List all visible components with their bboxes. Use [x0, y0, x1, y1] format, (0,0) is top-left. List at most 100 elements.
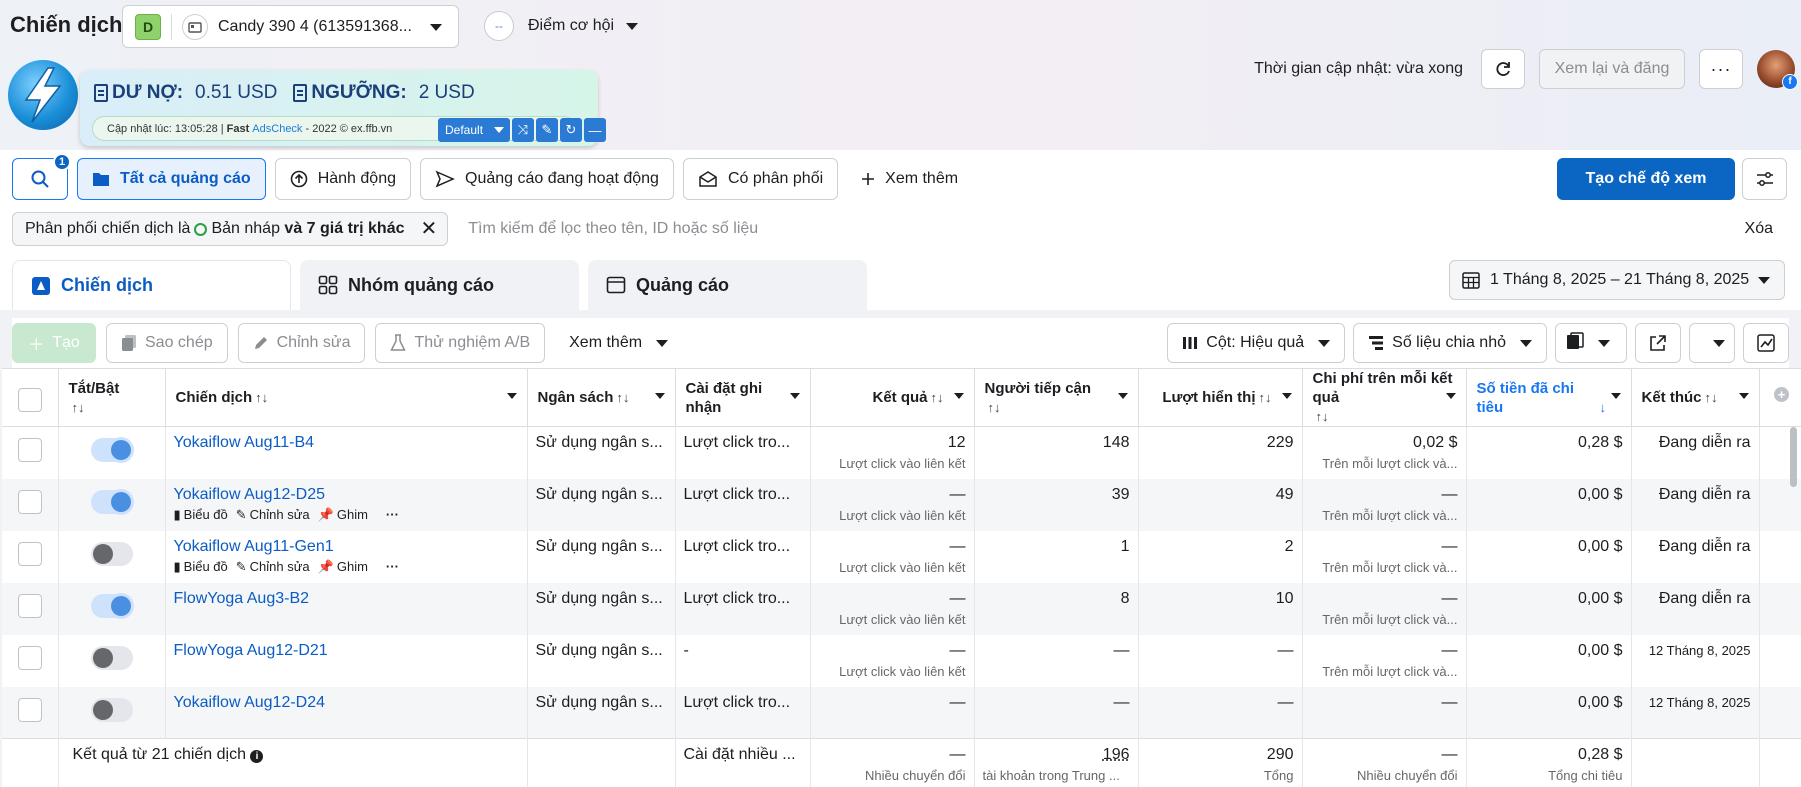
create-button[interactable]: ＋ Tạo	[12, 323, 96, 363]
search-button[interactable]: 1	[12, 153, 71, 200]
campaign-toggle[interactable]	[90, 593, 133, 618]
campaign-name-link[interactable]: Yokaiflow Aug11-B4	[174, 434, 315, 451]
more-options-button[interactable]: ···	[1699, 49, 1743, 89]
minimize-icon[interactable]: —	[584, 118, 606, 142]
filter-actions[interactable]: Hành động	[274, 158, 411, 200]
ab-test-button[interactable]: Thử nghiệm A/B	[375, 323, 546, 363]
header-cost-per-result[interactable]: Chi phí trên mỗi kết quả ↑↓	[1302, 369, 1467, 427]
filter-more[interactable]: Xem thêm	[847, 158, 972, 200]
row-more-action[interactable]: ···	[386, 559, 399, 574]
columns-dropdown[interactable]: Cột: Hiệu quả	[1167, 323, 1346, 363]
row-checkbox[interactable]	[17, 593, 42, 618]
filter-chip[interactable]: Phân phối chiến dịch là Bản nháp và 7 gi…	[12, 212, 449, 246]
export-button[interactable]	[1635, 323, 1681, 363]
row-chart-action[interactable]: ▮ Biểu đồ	[174, 559, 228, 575]
info-icon[interactable]: i	[250, 750, 264, 763]
close-icon[interactable]: ✕	[420, 219, 437, 239]
header-attribution[interactable]: Cài đặt ghi nhận	[675, 369, 811, 427]
chevron-down-icon[interactable]	[953, 393, 964, 399]
campaign-name-link[interactable]: FlowYoga Aug3-B2	[174, 590, 310, 607]
chevron-down-icon[interactable]	[1610, 393, 1621, 399]
filter-active-ads[interactable]: Quảng cáo đang hoạt động	[420, 158, 674, 200]
header-toggle[interactable]: Tắt/Bật ↑↓	[58, 369, 166, 427]
table-row[interactable]: FlowYoga Aug3-B2 Sử dụng ngân s... Lượt …	[2, 582, 1801, 635]
campaign-name-link[interactable]: Yokaiflow Aug11-Gen1	[174, 538, 334, 555]
duplicate-button[interactable]: Sao chép	[106, 323, 228, 363]
campaign-toggle[interactable]	[90, 438, 133, 462]
row-pin-action[interactable]: 📌 Ghim	[318, 559, 368, 575]
tab-label: Nhóm quảng cáo	[348, 274, 495, 295]
chevron-down-icon[interactable]	[789, 393, 800, 399]
fast-adscheck-logo[interactable]	[8, 60, 78, 130]
refresh-button[interactable]	[1481, 49, 1525, 89]
table-row[interactable]: Yokaiflow Aug12-D25 ▮ Biểu đồ ✎ Chỉnh sửa …	[2, 478, 1801, 531]
reports-dropdown[interactable]	[1555, 323, 1627, 363]
chevron-down-icon[interactable]	[506, 393, 517, 399]
avatar[interactable]	[1757, 50, 1798, 90]
opportunity-score[interactable]: -- Điểm cơ hội	[484, 10, 639, 42]
edit-button[interactable]: Chỉnh sửa	[237, 323, 366, 363]
campaign-toggle[interactable]	[90, 541, 133, 566]
filter-delivering[interactable]: Có phân phối	[682, 158, 839, 200]
header-end[interactable]: Kết thúc ↑↓	[1631, 369, 1760, 427]
table-row[interactable]: Yokaiflow Aug11-B4 Sử dụng ngân s... Lượ…	[2, 426, 1801, 479]
chevron-down-icon[interactable]	[1445, 393, 1456, 399]
row-select-cell	[2, 582, 59, 635]
shuffle-icon[interactable]: ⤨	[512, 118, 534, 142]
add-column-icon[interactable]: +	[1774, 387, 1789, 402]
row-checkbox[interactable]	[17, 645, 42, 670]
header-results[interactable]: Kết quả ↑↓	[810, 369, 975, 427]
tab-ads[interactable]: Quảng cáo	[588, 260, 867, 310]
search-input[interactable]: Tìm kiếm để lọc theo tên, ID hoặc số liệ…	[468, 220, 1744, 238]
chevron-down-icon[interactable]	[1738, 393, 1749, 399]
campaign-toggle[interactable]	[90, 645, 133, 670]
preset-select[interactable]: Default	[438, 118, 510, 142]
review-publish-button[interactable]: Xem lại và đăng	[1539, 49, 1685, 89]
sort-icon: ↑↓	[71, 399, 85, 415]
chevron-down-icon[interactable]	[1281, 393, 1292, 399]
table-row[interactable]: FlowYoga Aug12-D21 Sử dụng ngân s... - —…	[2, 634, 1801, 687]
create-view-button[interactable]: Tạo chế độ xem	[1557, 158, 1735, 200]
breakdown-dropdown[interactable]: Số liệu chia nhỏ	[1353, 323, 1547, 363]
campaign-name-link[interactable]: FlowYoga Aug12-D21	[174, 642, 328, 659]
tab-ad-sets[interactable]: Nhóm quảng cáo	[300, 260, 579, 310]
campaign-name-link[interactable]: Yokaiflow Aug12-D24	[174, 694, 326, 711]
totals-reach-value[interactable]: 196	[983, 746, 1130, 764]
table-scrollbar[interactable]	[1787, 423, 1801, 663]
row-more-action[interactable]: ···	[386, 507, 399, 522]
header-impressions[interactable]: Lượt hiển thị ↑↓	[1138, 369, 1303, 427]
export-options-dropdown[interactable]	[1689, 323, 1735, 363]
plus-icon	[861, 172, 875, 186]
date-range-picker[interactable]: 1 Tháng 8, 2025 – 21 Tháng 8, 2025	[1449, 260, 1785, 300]
row-checkbox[interactable]	[17, 541, 42, 566]
campaign-name-link[interactable]: Yokaiflow Aug12-D25	[174, 486, 326, 503]
select-all-checkbox[interactable]	[17, 387, 42, 412]
table-row[interactable]: Yokaiflow Aug11-Gen1 ▮ Biểu đồ ✎ Chỉnh sửa…	[2, 530, 1801, 583]
settings-sliders-button[interactable]	[1742, 158, 1787, 200]
table-row[interactable]: Yokaiflow Aug12-D24 Sử dụng ngân s... Lư…	[2, 686, 1801, 739]
header-reach[interactable]: Người tiếp cận ↑↓	[974, 369, 1139, 427]
account-selector[interactable]: D Candy 390 4 (613591368...	[122, 5, 459, 48]
chevron-down-icon[interactable]	[654, 393, 665, 399]
chart-view-button[interactable]	[1743, 323, 1789, 363]
header-amount-spent[interactable]: Số tiền đã chi tiêu ↓	[1466, 369, 1632, 427]
chevron-down-icon[interactable]	[1117, 393, 1128, 399]
row-checkbox[interactable]	[17, 489, 42, 514]
row-edit-action[interactable]: ✎ Chỉnh sửa	[236, 559, 310, 575]
header-campaign[interactable]: Chiến dịch ↑↓	[165, 369, 528, 427]
header-budget[interactable]: Ngân sách ↑↓	[527, 369, 676, 427]
campaign-toggle[interactable]	[90, 489, 133, 514]
clear-filters-link[interactable]: Xóa	[1745, 220, 1773, 238]
row-edit-action[interactable]: ✎ Chỉnh sửa	[236, 507, 310, 523]
edit-icon[interactable]: ✎	[536, 118, 558, 142]
row-chart-action[interactable]: ▮ Biểu đồ	[174, 507, 228, 523]
refresh-icon[interactable]: ↻	[560, 118, 582, 142]
row-checkbox[interactable]	[17, 697, 42, 722]
filter-all-ads[interactable]: Tất cả quảng cáo	[77, 158, 266, 200]
row-checkbox[interactable]	[17, 438, 42, 462]
tab-campaigns[interactable]: Chiến dịch	[12, 260, 291, 310]
campaign-toggle[interactable]	[90, 697, 133, 722]
row-pin-action[interactable]: 📌 Ghim	[318, 507, 368, 523]
budget-cell: Sử dụng ngân s...	[527, 582, 676, 635]
more-actions-dropdown[interactable]: Xem thêm	[555, 323, 683, 363]
